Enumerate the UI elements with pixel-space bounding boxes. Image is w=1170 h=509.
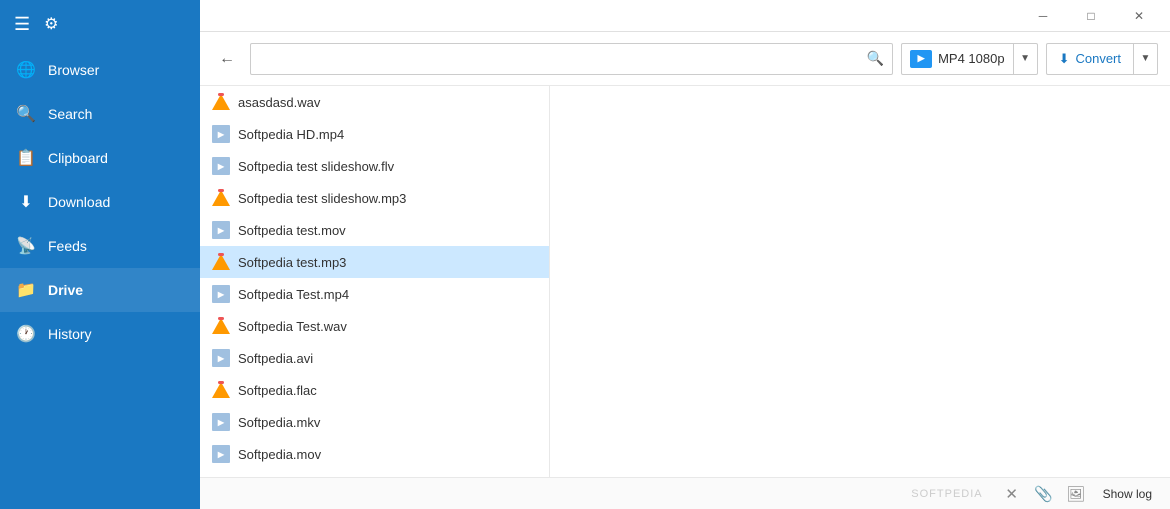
toolbar: ← 🔍 ▶ MP4 1080p ▼ ⬇ Convert ▼ [200, 32, 1170, 86]
file-name: Softpedia test.mp3 [238, 255, 346, 270]
sidebar-item-drive[interactable]: 📁 Drive [0, 268, 200, 312]
file-name: Softpedia.flac [238, 383, 317, 398]
sidebar-clipboard-icon: 📋 [16, 148, 36, 168]
format-label: MP4 1080p [938, 51, 1005, 66]
generic-file-icon: ▶ [212, 349, 230, 367]
sidebar: ☰ ⚙ 🌐 Browser 🔍 Search 📋 Clipboard ⬇ Download 📡 F… [0, 0, 200, 509]
sidebar-search-label: Search [48, 106, 92, 122]
vlc-file-icon [212, 189, 230, 207]
sidebar-clipboard-label: Clipboard [48, 150, 108, 166]
file-name: Softpedia Test.wav [238, 319, 347, 334]
file-list-item[interactable]: Softpedia test.mp3 [200, 246, 549, 278]
file-name: asasdasd.wav [238, 95, 320, 110]
file-list-item[interactable]: Softpedia test slideshow.mp3 [200, 182, 549, 214]
cancel-icon[interactable]: ✕ [1001, 483, 1023, 505]
file-list: asasdasd.wav ▶ Softpedia HD.mp4 ▶ Softpedia … [200, 86, 549, 477]
sidebar-browser-label: Browser [48, 62, 99, 78]
paperclip-icon[interactable]: 📎 [1033, 483, 1055, 505]
main-content: ─ □ ✕ ← 🔍 ▶ MP4 1080p ▼ ⬇ Convert ▼ [200, 0, 1170, 509]
show-log-button[interactable]: Show log [1097, 485, 1158, 503]
status-bar: SOFTPEDIA ✕ 📎 🖼 Show log [200, 477, 1170, 509]
file-name: Softpedia.mov [238, 447, 321, 462]
vlc-file-icon [212, 381, 230, 399]
sidebar-item-search[interactable]: 🔍 Search [0, 92, 200, 136]
sidebar-history-icon: 🕐 [16, 324, 36, 344]
file-list-item[interactable]: ▶ Softpedia.mkv [200, 406, 549, 438]
generic-file-icon: ▶ [212, 221, 230, 239]
format-select[interactable]: ▶ MP4 1080p ▼ [901, 43, 1038, 75]
generic-file-icon: ▶ [212, 445, 230, 463]
file-name: Softpedia Test.mp4 [238, 287, 349, 302]
sidebar-feeds-icon: 📡 [16, 236, 36, 256]
file-list-item[interactable]: ▶ Softpedia test slideshow.flv [200, 150, 549, 182]
file-name: Softpedia.mkv [238, 415, 320, 430]
file-name: Softpedia test slideshow.mp3 [238, 191, 406, 206]
softpedia-watermark: SOFTPEDIA [911, 488, 982, 500]
image-icon[interactable]: 🖼 [1065, 483, 1087, 505]
sidebar-drive-icon: 📁 [16, 280, 36, 300]
maximize-button[interactable]: □ [1068, 0, 1114, 32]
search-icon[interactable]: 🔍 [867, 50, 884, 67]
file-list-item[interactable]: ▶ Softpedia HD.mp4 [200, 118, 549, 150]
convert-label: Convert [1075, 51, 1121, 66]
minimize-button[interactable]: ─ [1020, 0, 1066, 32]
file-list-item[interactable]: Softpedia Test.wav [200, 310, 549, 342]
file-name: Softpedia test slideshow.flv [238, 159, 394, 174]
convert-dropdown-arrow[interactable]: ▼ [1133, 43, 1157, 75]
sidebar-item-clipboard[interactable]: 📋 Clipboard [0, 136, 200, 180]
file-list-item[interactable]: Softpedia.mp3 [200, 470, 549, 477]
close-button[interactable]: ✕ [1116, 0, 1162, 32]
sidebar-item-browser[interactable]: 🌐 Browser [0, 48, 200, 92]
file-name: Softpedia test.mov [238, 223, 346, 238]
format-select-inner: ▶ MP4 1080p [902, 50, 1013, 68]
file-list-item[interactable]: ▶ Softpedia.avi [200, 342, 549, 374]
format-icon: ▶ [910, 50, 932, 68]
generic-file-icon: ▶ [212, 125, 230, 143]
sidebar-item-feeds[interactable]: 📡 Feeds [0, 224, 200, 268]
sidebar-feeds-label: Feeds [48, 238, 87, 254]
format-dropdown-arrow[interactable]: ▼ [1013, 43, 1037, 75]
generic-file-icon: ▶ [212, 413, 230, 431]
back-button[interactable]: ← [212, 44, 242, 74]
sidebar-download-icon: ⬇ [16, 192, 36, 212]
sidebar-history-label: History [48, 326, 92, 342]
file-name: Softpedia.avi [238, 351, 313, 366]
file-list-item[interactable]: ▶ Softpedia.mov [200, 438, 549, 470]
search-bar[interactable]: 🔍 [250, 43, 893, 75]
file-list-item[interactable]: asasdasd.wav [200, 86, 549, 118]
sidebar-download-label: Download [48, 194, 110, 210]
sidebar-item-history[interactable]: 🕐 History [0, 312, 200, 356]
generic-file-icon: ▶ [212, 157, 230, 175]
convert-down-icon: ⬇ [1059, 51, 1070, 67]
file-list-item[interactable]: Softpedia.flac [200, 374, 549, 406]
sidebar-drive-label: Drive [48, 282, 83, 298]
file-list-item[interactable]: ▶ Softpedia test.mov [200, 214, 549, 246]
search-input[interactable] [259, 51, 867, 66]
vlc-file-icon [212, 253, 230, 271]
sidebar-search-icon: 🔍 [16, 104, 36, 124]
vlc-file-icon [212, 317, 230, 335]
file-list-panel: asasdasd.wav ▶ Softpedia HD.mp4 ▶ Softpedia … [200, 86, 550, 477]
convert-btn-inner: ⬇ Convert [1047, 51, 1133, 67]
content-area: asasdasd.wav ▶ Softpedia HD.mp4 ▶ Softpedia … [200, 86, 1170, 477]
generic-file-icon: ▶ [212, 285, 230, 303]
sidebar-browser-icon: 🌐 [16, 60, 36, 80]
hamburger-icon[interactable]: ☰ [14, 14, 30, 35]
file-list-item[interactable]: ▶ Softpedia Test.mp4 [200, 278, 549, 310]
title-bar: ─ □ ✕ [200, 0, 1170, 32]
sidebar-item-download[interactable]: ⬇ Download [0, 180, 200, 224]
gear-icon[interactable]: ⚙ [44, 14, 58, 34]
file-name: Softpedia HD.mp4 [238, 127, 344, 142]
sidebar-header: ☰ ⚙ [0, 0, 200, 48]
convert-button[interactable]: ⬇ Convert ▼ [1046, 43, 1158, 75]
vlc-file-icon [212, 93, 230, 111]
preview-panel [550, 86, 1170, 477]
